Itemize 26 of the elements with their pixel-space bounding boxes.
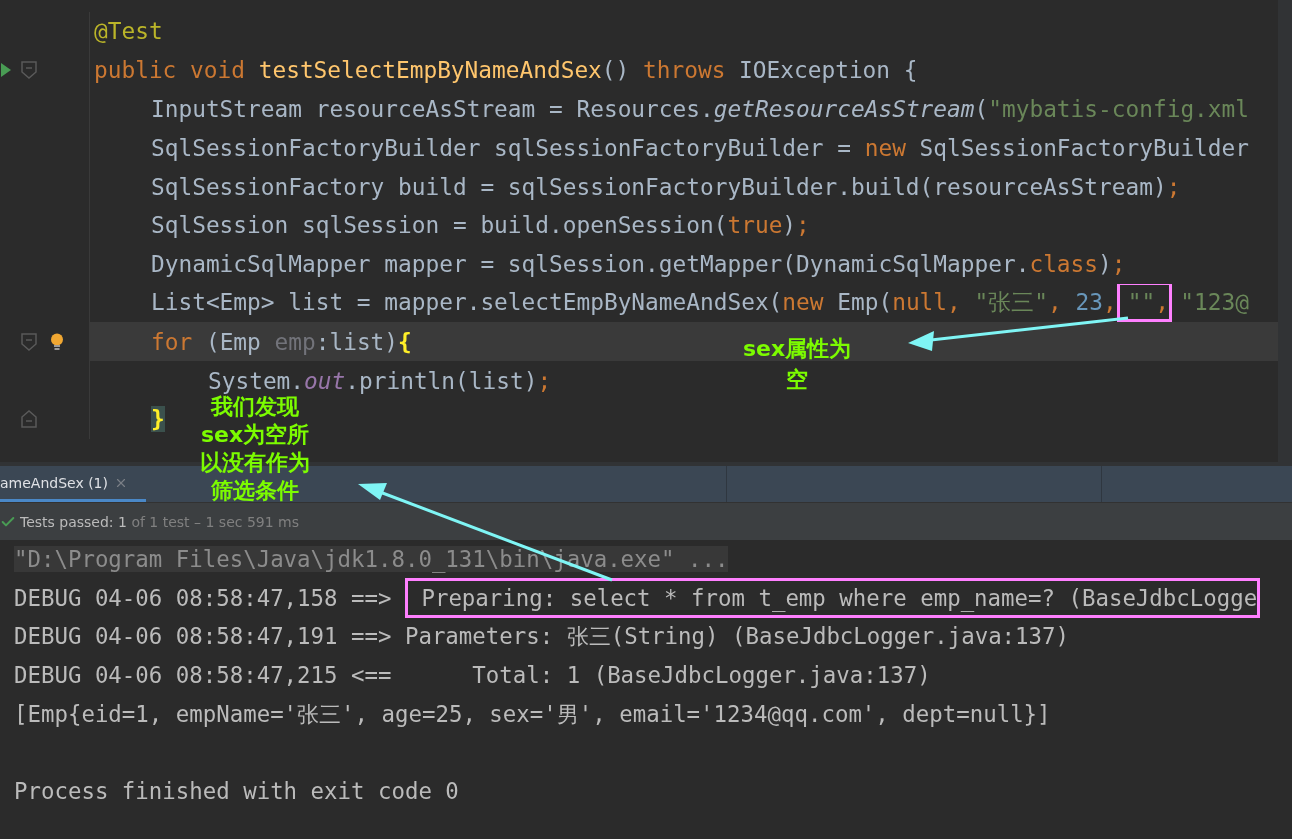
annotation-note: sex为空所 [200,421,310,449]
lightbulb-icon[interactable] [50,332,64,351]
code-line: SqlSessionFactoryBuilder sqlSessionFactoryBuilder = new SqlSessionFactoryBuilder [151,134,1249,161]
console-text: Preparing: select * from t_emp where emp_name=? (BaseJdbcLogge [404,578,1261,619]
run-icon[interactable] [1,63,11,78]
console-text: DEBUG 04-06 08:58:47,191 ==> Parameters: 张三(String) (BaseJdbcLogger.java:137) [14,622,1070,652]
annotation-note: 以没有作为 [200,449,310,477]
code-line: SqlSession sqlSession = build.openSession(true); [151,212,810,239]
annotation-note: 空 [786,366,808,394]
console-text: DEBUG 04-06 08:58:47,158 ==> [14,585,393,612]
code-line: DynamicSqlMapper mapper = sqlSession.getMapper(DynamicSqlMapper.class); [151,251,1126,278]
code-line: SqlSessionFactory build = sqlSessionFactoryBuilder.build(resourceAsStream); [151,173,1181,200]
console-text: [Emp{eid=1, empName='张三', age=25, sex='男', email='1234@qq.com', dept=null}] [14,699,1051,729]
annotation-note: 筛选条件 [211,477,299,505]
annotation-note: sex属性为 [742,335,852,363]
annotation-note: 我们发现 [211,394,299,421]
code-line: public void testSelectEmpByNameAndSex() throws IOException { [94,57,918,84]
code-line: InputStream resourceAsStream = Resources.getResourceAsStream("mybatis-config.xml [151,96,1250,122]
fold-icon[interactable] [21,410,37,429]
console-text: Process finished with exit code 0 [14,778,459,805]
code-line: System.out.println(list); [208,367,552,394]
fold-icon[interactable] [21,332,37,351]
console-text: DEBUG 04-06 08:58:47,215 <== Total: 1 (BaseJdbcLogger.java:137) [14,662,931,689]
test-status: Tests passed: 1 of 1 test – 1 sec 591 ms [20,513,299,530]
code-line: @Test [94,18,163,45]
fold-icon[interactable] [21,61,37,80]
